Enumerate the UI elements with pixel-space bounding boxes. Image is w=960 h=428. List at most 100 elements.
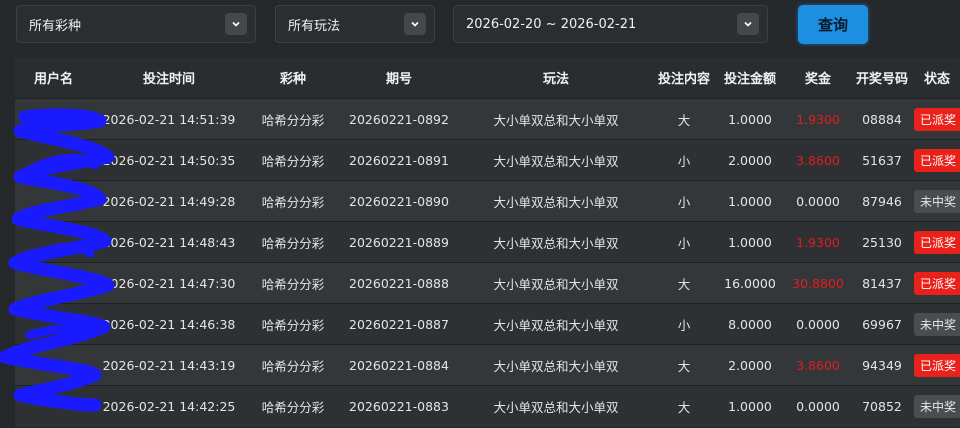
cell-play-type: 大小单双总和大小单双 <box>458 139 654 181</box>
cell-draw-number: 08884 <box>850 98 914 140</box>
play-type-select-value: 所有玩法 <box>288 18 341 34</box>
bet-records-table: 用户名 投注时间 彩种 期号 玩法 投注内容 投注金额 奖金 开奖号码 状态 2… <box>15 57 960 428</box>
cell-bet-time: 2026-02-21 14:50:35 <box>92 139 246 181</box>
cell-prize: 0.0000 <box>786 180 850 222</box>
date-range-select[interactable]: 2026-02-20 ~ 2026-02-21 <box>453 5 768 43</box>
cell-bet-content: 大 <box>654 262 714 304</box>
table-row: 2026-02-21 14:46:38 哈希分分彩 20260221-0887 大小单… <box>15 303 960 345</box>
status-badge: 已派奖 <box>914 230 960 254</box>
cell-bet-time: 2026-02-21 14:42:25 <box>92 385 246 426</box>
cell-username <box>15 221 92 263</box>
table-row: 2026-02-21 14:51:39 哈希分分彩 20260221-0892 大小单… <box>15 98 960 140</box>
cell-username <box>15 385 92 426</box>
cell-prize: 0.0000 <box>786 385 850 426</box>
table-row: 2026-02-21 14:50:35 哈希分分彩 20260221-0891 大小单… <box>15 139 960 181</box>
cell-bet-time: 2026-02-21 14:51:39 <box>92 98 246 140</box>
cell-draw-number: 87946 <box>850 180 914 222</box>
cell-bet-amount: 1.0000 <box>714 180 786 222</box>
cell-bet-content: 小 <box>654 139 714 181</box>
cell-issue: 20260221-0892 <box>340 98 458 140</box>
cell-prize: 0.0000 <box>786 303 850 345</box>
status-badge: 已派奖 <box>914 148 960 172</box>
lottery-type-select[interactable]: 所有彩种 <box>16 5 256 43</box>
cell-status: 未中奖 <box>914 303 960 345</box>
date-range-value: 2026-02-20 ~ 2026-02-21 <box>466 16 637 32</box>
cell-status: 已派奖 <box>914 344 960 386</box>
cell-prize: 30.8800 <box>786 262 850 304</box>
table-row: 2026-02-21 14:42:25 哈希分分彩 20260221-0883 大小单… <box>15 385 960 426</box>
cell-status: 已派奖 <box>914 221 960 263</box>
cell-prize: 3.8600 <box>786 344 850 386</box>
table-row: 2026-02-21 14:47:30 哈希分分彩 20260221-0888 大小单… <box>15 262 960 304</box>
cell-issue: 20260221-0891 <box>340 139 458 181</box>
cell-lottery: 哈希分分彩 <box>246 303 340 345</box>
cell-bet-content: 小 <box>654 303 714 345</box>
cell-status: 未中奖 <box>914 385 960 426</box>
cell-bet-time: 2026-02-21 14:46:38 <box>92 303 246 345</box>
cell-issue: 20260221-0887 <box>340 303 458 345</box>
cell-username <box>15 180 92 222</box>
cell-draw-number: 81437 <box>850 262 914 304</box>
status-badge: 未中奖 <box>914 312 960 336</box>
cell-username <box>15 139 92 181</box>
cell-status: 已派奖 <box>914 139 960 181</box>
cell-status: 已派奖 <box>914 262 960 304</box>
query-button[interactable]: 查询 <box>798 5 868 44</box>
table-row: 2026-02-21 14:48:43 哈希分分彩 20260221-0889 大小单… <box>15 221 960 263</box>
cell-status: 未中奖 <box>914 180 960 222</box>
chevron-down-icon[interactable] <box>225 13 247 35</box>
cell-lottery: 哈希分分彩 <box>246 344 340 386</box>
header-lottery: 彩种 <box>246 57 340 99</box>
cell-bet-time: 2026-02-21 14:43:19 <box>92 344 246 386</box>
cell-status: 已派奖 <box>914 98 960 140</box>
cell-draw-number: 70852 <box>850 385 914 426</box>
status-badge: 未中奖 <box>914 394 960 418</box>
status-badge: 已派奖 <box>914 271 960 295</box>
cell-prize: 3.8600 <box>786 139 850 181</box>
cell-username <box>15 303 92 345</box>
header-username: 用户名 <box>15 57 92 99</box>
cell-play-type: 大小单双总和大小单双 <box>458 221 654 263</box>
table-row: 2026-02-21 14:49:28 哈希分分彩 20260221-0890 大小单… <box>15 180 960 222</box>
table-header-row: 用户名 投注时间 彩种 期号 玩法 投注内容 投注金额 奖金 开奖号码 状态 <box>15 57 960 99</box>
chevron-down-icon[interactable] <box>404 13 426 35</box>
cell-issue: 20260221-0884 <box>340 344 458 386</box>
cell-issue: 20260221-0889 <box>340 221 458 263</box>
cell-prize: 1.9300 <box>786 98 850 140</box>
cell-lottery: 哈希分分彩 <box>246 139 340 181</box>
cell-draw-number: 69967 <box>850 303 914 345</box>
cell-bet-amount: 8.0000 <box>714 303 786 345</box>
header-bet-content: 投注内容 <box>654 57 714 99</box>
cell-bet-content: 小 <box>654 180 714 222</box>
filter-bar: 所有彩种 所有玩法 2026-02-20 ~ 2026-02-21 查询 <box>0 0 960 50</box>
play-type-select[interactable]: 所有玩法 <box>275 5 435 43</box>
cell-bet-amount: 1.0000 <box>714 221 786 263</box>
cell-bet-content: 大 <box>654 344 714 386</box>
cell-lottery: 哈希分分彩 <box>246 221 340 263</box>
header-issue: 期号 <box>340 57 458 99</box>
cell-play-type: 大小单双总和大小单双 <box>458 344 654 386</box>
status-badge: 已派奖 <box>914 107 960 131</box>
cell-bet-time: 2026-02-21 14:47:30 <box>92 262 246 304</box>
status-badge: 未中奖 <box>914 189 960 213</box>
cell-lottery: 哈希分分彩 <box>246 98 340 140</box>
chevron-down-icon[interactable] <box>737 13 759 35</box>
status-badge: 已派奖 <box>914 353 960 377</box>
header-draw-number: 开奖号码 <box>850 57 914 99</box>
cell-bet-content: 小 <box>654 221 714 263</box>
cell-bet-amount: 2.0000 <box>714 139 786 181</box>
lottery-type-select-value: 所有彩种 <box>29 18 82 34</box>
cell-prize: 1.9300 <box>786 221 850 263</box>
cell-bet-time: 2026-02-21 14:49:28 <box>92 180 246 222</box>
cell-username <box>15 262 92 304</box>
cell-issue: 20260221-0890 <box>340 180 458 222</box>
cell-bet-amount: 1.0000 <box>714 385 786 426</box>
cell-bet-content: 大 <box>654 98 714 140</box>
cell-lottery: 哈希分分彩 <box>246 262 340 304</box>
header-status: 状态 <box>914 57 960 99</box>
header-prize: 奖金 <box>786 57 850 99</box>
cell-issue: 20260221-0888 <box>340 262 458 304</box>
header-bet-time: 投注时间 <box>92 57 246 99</box>
cell-play-type: 大小单双总和大小单双 <box>458 262 654 304</box>
cell-bet-content: 大 <box>654 385 714 426</box>
